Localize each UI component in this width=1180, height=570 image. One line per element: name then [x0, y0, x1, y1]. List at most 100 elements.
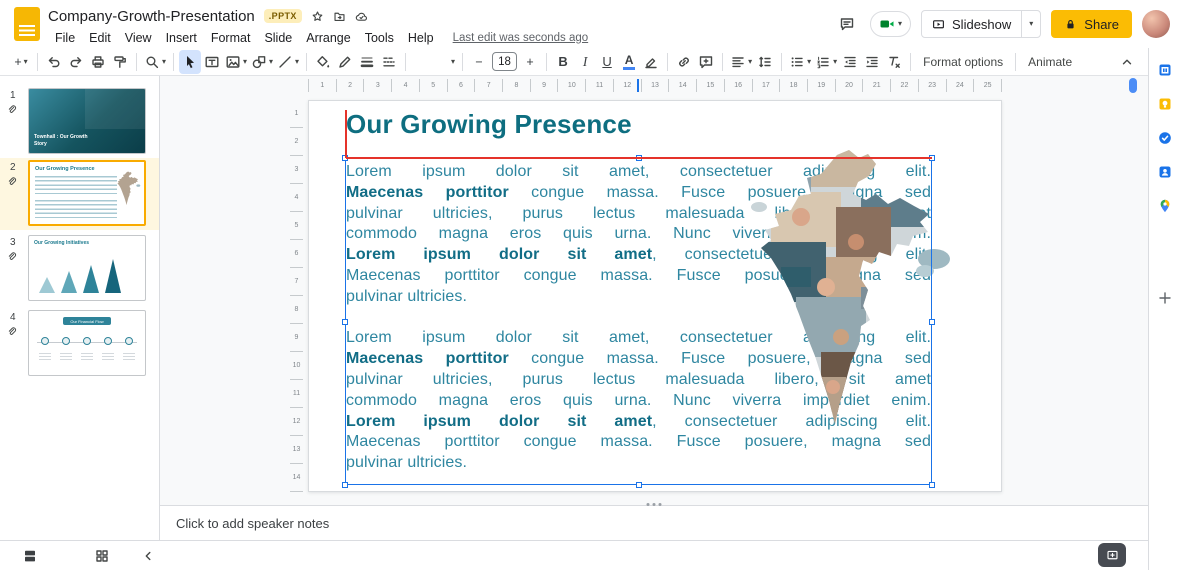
- selection-handle-se[interactable]: [929, 482, 935, 488]
- pptx-badge[interactable]: .PPTX: [264, 9, 302, 23]
- ruler-cursor-marker: [637, 79, 639, 92]
- slide-canvas[interactable]: Our Growing Presence Lorem ipsum dolor s…: [308, 100, 1002, 492]
- calendar-icon[interactable]: [1157, 62, 1173, 78]
- tasks-icon[interactable]: [1157, 130, 1173, 146]
- india-collage-image[interactable]: [741, 147, 953, 439]
- menu-format[interactable]: Format: [204, 31, 258, 45]
- border-color-button[interactable]: [334, 50, 356, 74]
- vertical-scrollbar-thumb[interactable]: [1129, 78, 1137, 93]
- menu-tools[interactable]: Tools: [358, 31, 401, 45]
- border-dash-button[interactable]: [378, 50, 400, 74]
- slide-title[interactable]: Our Growing Presence: [346, 109, 632, 140]
- thumb-title: Our Growing Initiatives: [34, 240, 89, 246]
- slide-thumbnail[interactable]: Our Growing Initiatives: [28, 235, 146, 301]
- menu-edit[interactable]: Edit: [82, 31, 118, 45]
- last-edit-link[interactable]: Last edit was seconds ago: [453, 32, 589, 44]
- slides-logo[interactable]: [14, 7, 40, 41]
- underline-button[interactable]: U: [596, 50, 618, 74]
- menu-slide[interactable]: Slide: [257, 31, 299, 45]
- ruler-tick: 8: [503, 79, 531, 92]
- filmstrip-view-button[interactable]: [16, 544, 44, 568]
- cloud-status-icon[interactable]: [355, 10, 368, 23]
- font-size-input[interactable]: 18: [492, 52, 517, 71]
- undo-button[interactable]: [43, 50, 65, 74]
- bulleted-list-button[interactable]: ▾: [787, 50, 813, 74]
- meet-button[interactable]: ▾: [870, 11, 911, 37]
- doc-title[interactable]: Company-Growth-Presentation: [48, 8, 255, 25]
- contacts-icon[interactable]: [1157, 164, 1173, 180]
- insert-link-button[interactable]: [673, 50, 695, 74]
- ruler-tick: 6: [290, 240, 303, 268]
- selection-handle-sw[interactable]: [342, 482, 348, 488]
- slideshow-button[interactable]: Slideshow: [922, 11, 1021, 37]
- paint-format-button[interactable]: [109, 50, 131, 74]
- menu-file[interactable]: File: [48, 31, 82, 45]
- bold-button[interactable]: B: [552, 50, 574, 74]
- line-spacing-button[interactable]: [754, 50, 776, 74]
- shape-icon: [251, 54, 267, 70]
- add-addon-icon[interactable]: [1157, 290, 1173, 306]
- collapse-filmstrip-button[interactable]: [134, 544, 162, 568]
- grid-view-button[interactable]: [88, 544, 116, 568]
- notes-resize-handle[interactable]: [647, 503, 662, 506]
- speaker-notes[interactable]: Click to add speaker notes: [160, 505, 1148, 540]
- decrease-font-button[interactable]: −: [468, 50, 490, 74]
- fill-color-button[interactable]: [312, 50, 334, 74]
- slide-thumbnail[interactable]: Our Financial Flow: [28, 310, 146, 376]
- share-button[interactable]: Share: [1051, 10, 1132, 38]
- format-options-button[interactable]: Format options: [916, 50, 1010, 74]
- font-family-select[interactable]: ▾: [411, 50, 457, 74]
- comment-history-button[interactable]: [834, 11, 860, 37]
- link-icon: [676, 54, 692, 70]
- avatar[interactable]: [1142, 10, 1170, 38]
- move-folder-icon[interactable]: [333, 10, 346, 23]
- italic-button[interactable]: I: [574, 50, 596, 74]
- text-color-button[interactable]: A: [618, 50, 640, 74]
- paint-roller-icon: [112, 54, 128, 70]
- toolbar-collapse-button[interactable]: [1116, 50, 1138, 74]
- ruler-tick: 13: [642, 79, 670, 92]
- text-box-button[interactable]: [201, 50, 223, 74]
- numbered-list-button[interactable]: ▾: [813, 50, 839, 74]
- menu-help[interactable]: Help: [401, 31, 441, 45]
- border-weight-button[interactable]: [356, 50, 378, 74]
- insert-shape-button[interactable]: ▾: [249, 50, 275, 74]
- menu-insert[interactable]: Insert: [159, 31, 204, 45]
- redo-button[interactable]: [65, 50, 87, 74]
- animate-button[interactable]: Animate: [1021, 50, 1079, 74]
- zoom-button[interactable]: ▾: [142, 50, 168, 74]
- notes-board-button[interactable]: [1098, 543, 1126, 567]
- print-button[interactable]: [87, 50, 109, 74]
- clear-formatting-button[interactable]: [883, 50, 905, 74]
- ruler-tick: 15: [697, 79, 725, 92]
- align-button[interactable]: ▾: [728, 50, 754, 74]
- ruler-tick: 9: [290, 324, 303, 352]
- menu-view[interactable]: View: [118, 31, 159, 45]
- slide-thumbnail[interactable]: Townhall : Our Growth Story: [28, 88, 146, 154]
- slideshow-button-group: Slideshow ▾: [921, 10, 1041, 38]
- ruler-tick: 9: [531, 79, 559, 92]
- selection-handle-s[interactable]: [636, 482, 642, 488]
- slideshow-options-caret[interactable]: ▾: [1021, 11, 1040, 37]
- select-tool-button[interactable]: [179, 50, 201, 74]
- decrease-indent-button[interactable]: [839, 50, 861, 74]
- ruler-tick: 21: [863, 79, 891, 92]
- slide-thumbnail-selected[interactable]: Our Growing Presence: [28, 160, 146, 226]
- menu-arrange[interactable]: Arrange: [299, 31, 357, 45]
- highlight-color-button[interactable]: [640, 50, 662, 74]
- insert-image-button[interactable]: ▾: [223, 50, 249, 74]
- menu-bar: File Edit View Insert Format Slide Arran…: [48, 28, 588, 47]
- maps-icon[interactable]: [1157, 198, 1173, 214]
- insert-comment-button[interactable]: [695, 50, 717, 74]
- new-slide-button[interactable]: +▾: [10, 50, 32, 74]
- increase-indent-button[interactable]: [861, 50, 883, 74]
- ruler-tick: 3: [290, 156, 303, 184]
- ruler-tick: 24: [947, 79, 975, 92]
- increase-font-button[interactable]: +: [519, 50, 541, 74]
- notes-placeholder[interactable]: Click to add speaker notes: [176, 516, 329, 531]
- keep-icon[interactable]: [1157, 96, 1173, 112]
- star-icon[interactable]: [311, 10, 324, 23]
- insert-line-button[interactable]: ▾: [275, 50, 301, 74]
- zoom-icon: [144, 54, 160, 70]
- thumb-title: Townhall : Our Growth Story: [34, 134, 92, 148]
